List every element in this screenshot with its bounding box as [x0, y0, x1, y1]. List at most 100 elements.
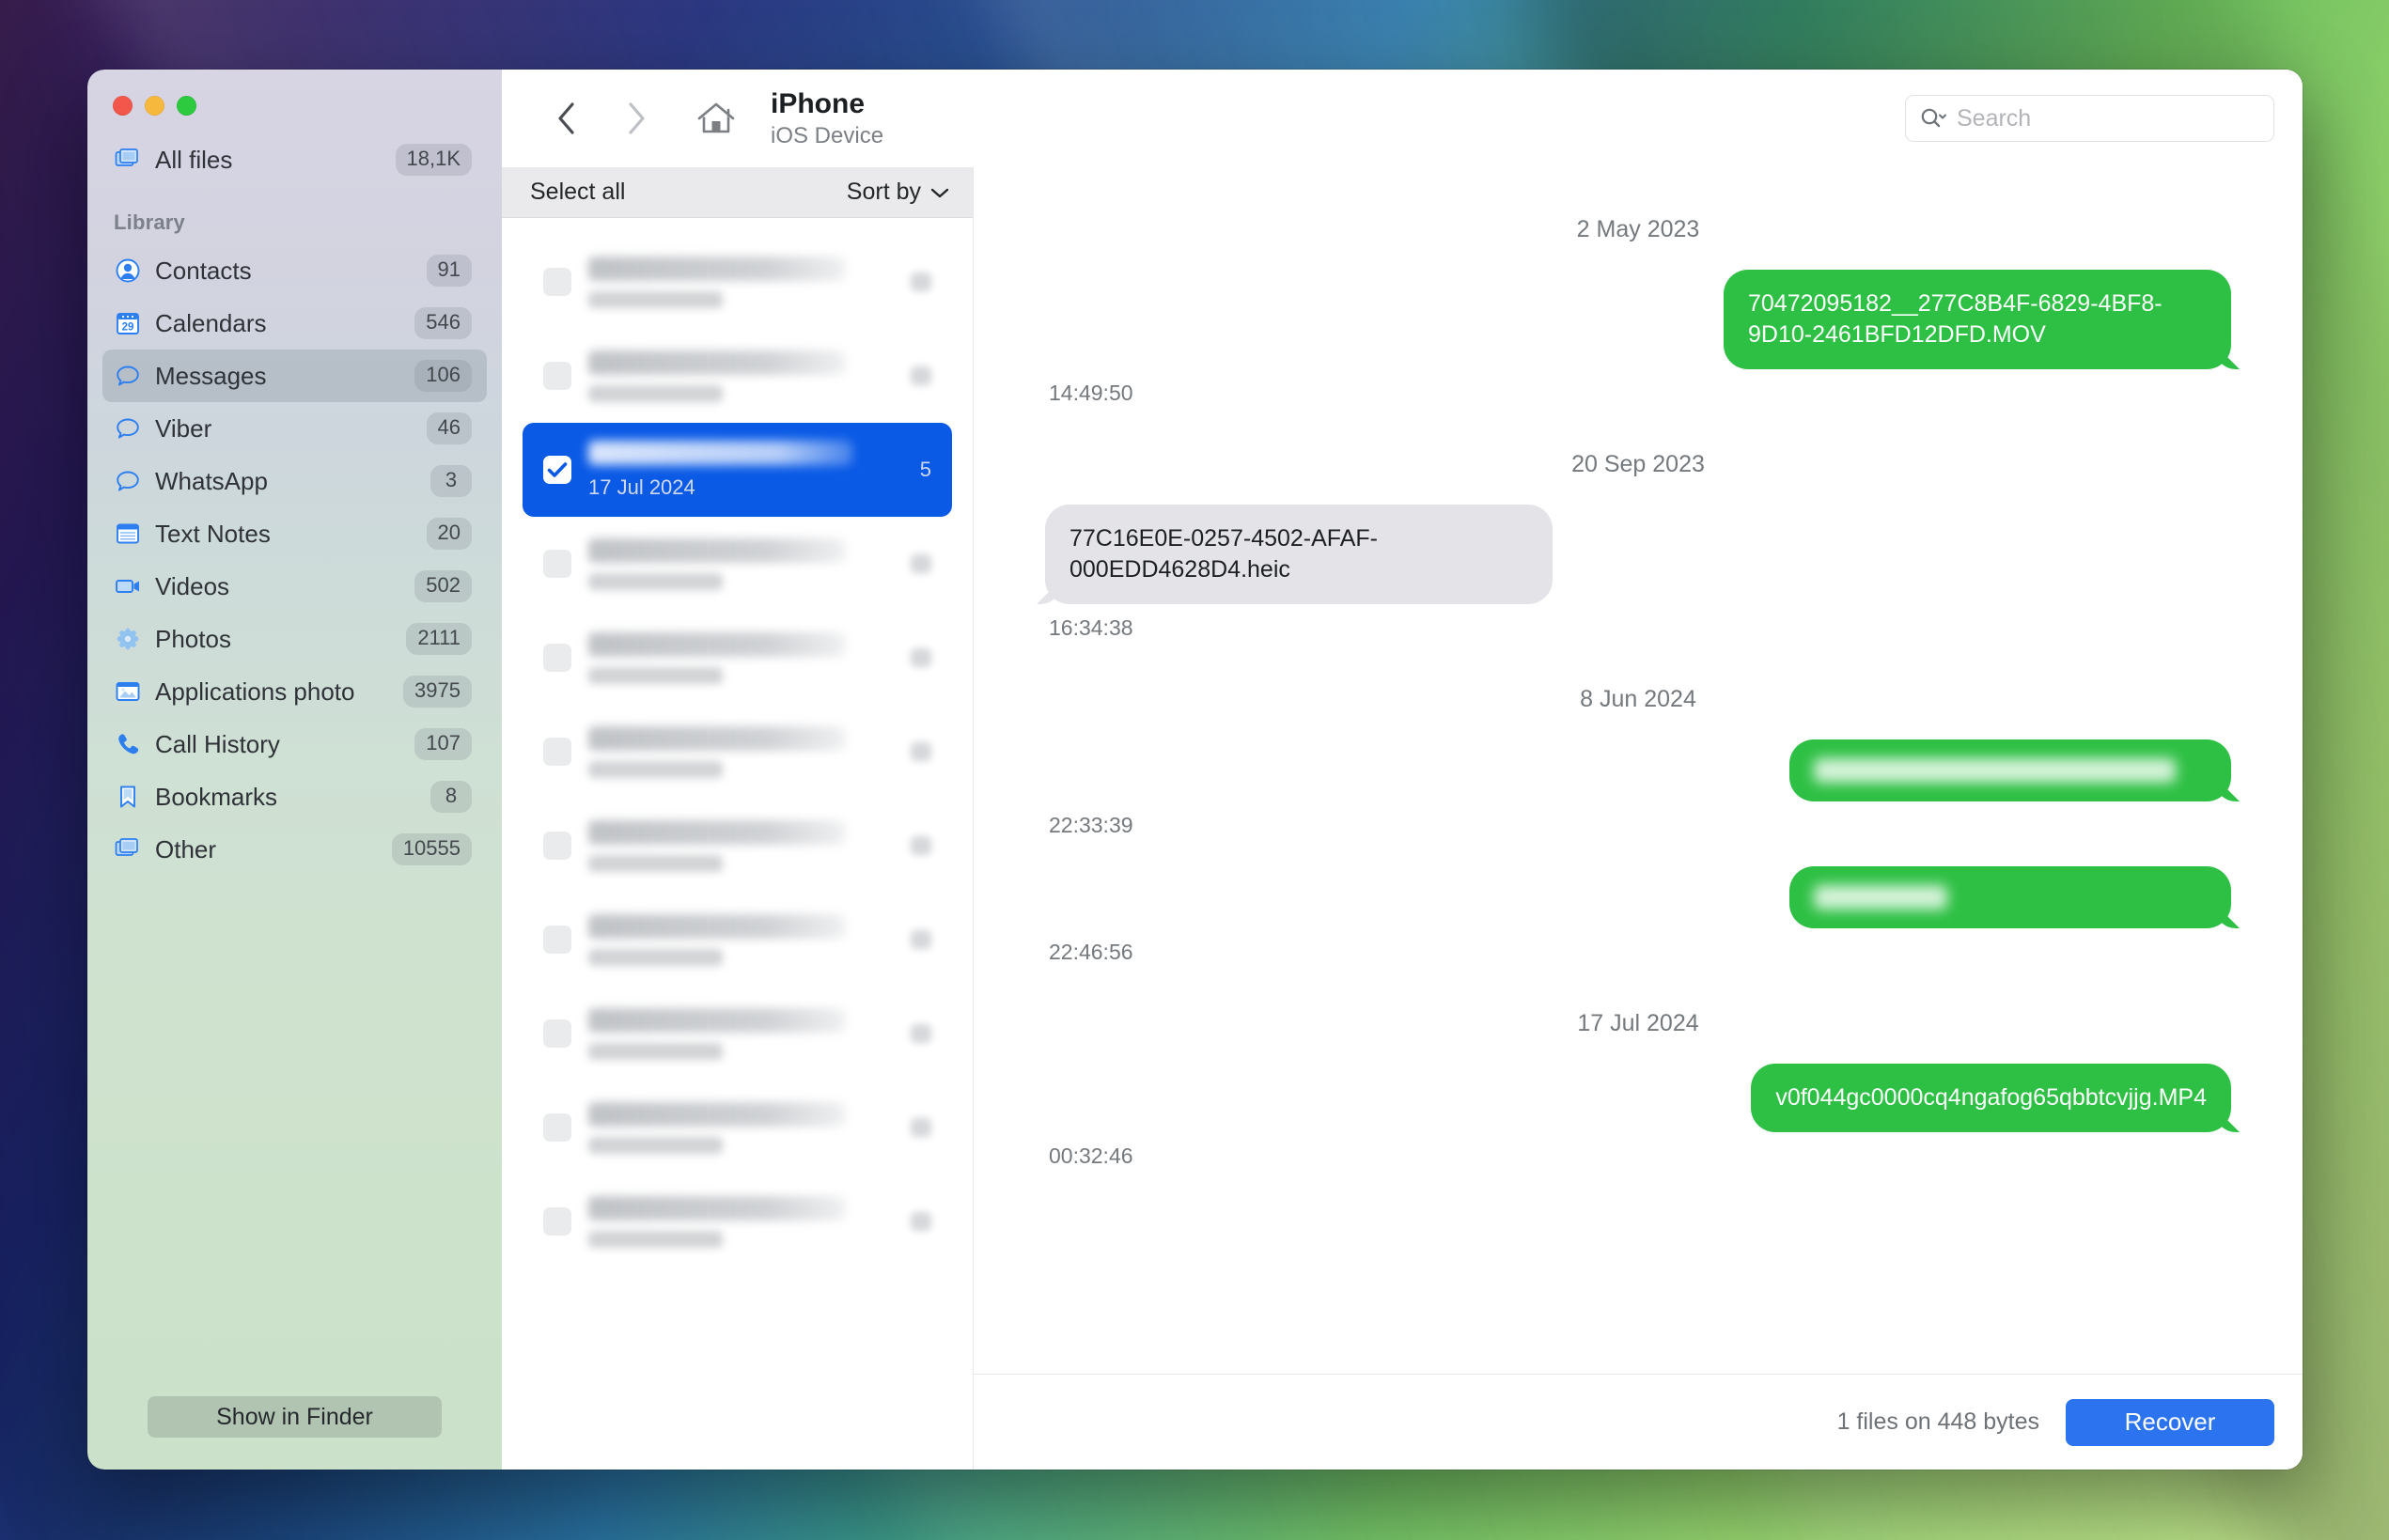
list-item[interactable] [523, 799, 952, 893]
contact-name-redacted [588, 913, 845, 939]
message-count-redacted [911, 930, 931, 949]
list-item-content [588, 1195, 894, 1248]
chevron-right-icon [629, 102, 645, 134]
app-window: All files 18,1K Library Contacts 91 29 C… [87, 70, 2303, 1470]
list-scrollbar[interactable] [962, 246, 969, 490]
message-thread[interactable]: 2 May 2023 70472095182__277C8B4F-6829-4B… [974, 167, 2303, 1374]
message-bubble-outgoing-redacted[interactable] [1789, 739, 2231, 801]
show-in-finder-button[interactable]: Show in Finder [148, 1396, 442, 1438]
bookmark-icon [114, 783, 142, 811]
sidebar-item-count: 18,1K [395, 144, 472, 176]
sidebar-item-viber[interactable]: Viber 46 [102, 402, 487, 455]
row-checkbox[interactable] [543, 832, 571, 860]
list-item[interactable] [523, 235, 952, 329]
list-item[interactable] [523, 1081, 952, 1174]
home-button[interactable] [690, 92, 742, 145]
search-icon[interactable] [1919, 106, 1947, 131]
sidebar-item-calendars[interactable]: 29 Calendars 546 [102, 297, 487, 350]
recover-button[interactable]: Recover [2066, 1398, 2274, 1446]
sidebar-item-bookmarks[interactable]: Bookmarks 8 [102, 770, 487, 823]
search-input[interactable] [1957, 104, 2262, 132]
sidebar-item-count: 20 [426, 518, 472, 550]
row-checkbox[interactable] [543, 926, 571, 954]
list-item-selected[interactable]: 17 Jul 2024 5 [523, 423, 952, 517]
message-count-redacted [911, 648, 931, 667]
contact-name-redacted [588, 350, 845, 375]
row-checkbox[interactable] [543, 1113, 571, 1142]
conversation-date-redacted [588, 1042, 723, 1060]
sidebar-item-applications-photo[interactable]: Applications photo 3975 [102, 665, 487, 718]
message-bubble-outgoing[interactable]: v0f044gc0000cq4ngafog65qbbtcvjjg.MP4 [1751, 1064, 2231, 1132]
sidebar-item-label: WhatsApp [155, 466, 268, 495]
list-item[interactable] [523, 893, 952, 987]
list-item[interactable] [523, 705, 952, 799]
message-count-redacted [911, 1212, 931, 1231]
sidebar-item-photos[interactable]: Photos 2111 [102, 613, 487, 665]
sidebar-item-videos[interactable]: Videos 502 [102, 560, 487, 613]
close-button[interactable] [113, 96, 133, 116]
conversation-date-redacted [588, 572, 723, 590]
row-checkbox[interactable] [543, 362, 571, 390]
toolbar: iPhone iOS Device [502, 70, 2303, 167]
sidebar-item-label: All files [155, 145, 233, 174]
checkmark-icon [547, 462, 568, 477]
back-button[interactable] [539, 92, 592, 145]
sidebar-item-label: Photos [155, 624, 231, 653]
row-checkbox[interactable] [543, 1019, 571, 1048]
forward-button[interactable] [611, 92, 664, 145]
list-item-content [588, 913, 894, 966]
list-item-content [588, 350, 894, 402]
sidebar-item-text-notes[interactable]: Text Notes 20 [102, 507, 487, 560]
row-checkbox[interactable] [543, 1207, 571, 1236]
message-timestamp: 22:46:56 [1049, 940, 1133, 964]
sidebar-item-call-history[interactable]: Call History 107 [102, 718, 487, 770]
message-bubble-outgoing-redacted[interactable] [1789, 866, 2231, 928]
sidebar-item-whatsapp[interactable]: WhatsApp 3 [102, 455, 487, 507]
sidebar-item-count: 107 [414, 728, 472, 760]
sidebar-item-count: 91 [426, 255, 472, 287]
message-bubble-outgoing[interactable]: 70472095182__277C8B4F-6829-4BF8-9D10-246… [1724, 270, 2231, 369]
list-item-content [588, 725, 894, 778]
list-item[interactable] [523, 517, 952, 611]
maximize-button[interactable] [177, 96, 196, 116]
contact-name-redacted [588, 725, 845, 751]
minimize-button[interactable] [145, 96, 164, 116]
sidebar-item-all-files[interactable]: All files 18,1K [102, 133, 487, 186]
sort-by-button[interactable]: Sort by [847, 179, 950, 206]
sidebar-item-label: Text Notes [155, 519, 271, 548]
list-item[interactable] [523, 329, 952, 423]
conversation-date-redacted [588, 384, 723, 402]
sidebar-item-contacts[interactable]: Contacts 91 [102, 244, 487, 297]
sidebar-item-other[interactable]: Other 10555 [102, 823, 487, 876]
search-field[interactable] [1905, 95, 2274, 142]
contact-name-redacted [588, 631, 845, 657]
contact-name-redacted [588, 256, 845, 281]
message-row: 77C16E0E-0257-4502-AFAF-000EDD4628D4.hei… [1045, 505, 2231, 661]
select-all-button[interactable]: Select all [530, 179, 625, 206]
sidebar-item-label: Viber [155, 413, 212, 443]
list-item[interactable] [523, 987, 952, 1081]
chat-bubble-icon [114, 467, 142, 495]
row-checkbox[interactable] [543, 738, 571, 766]
desktop-wallpaper: All files 18,1K Library Contacts 91 29 C… [0, 0, 2389, 1540]
row-checkbox-checked[interactable] [543, 456, 571, 484]
home-icon [697, 102, 735, 133]
sidebar-item-count: 2111 [406, 623, 472, 655]
svg-text:29: 29 [122, 322, 134, 334]
list-item[interactable] [523, 1174, 952, 1268]
message-timestamp: 22:33:39 [1049, 813, 1133, 837]
sidebar-item-messages[interactable]: Messages 106 [102, 350, 487, 402]
row-checkbox[interactable] [543, 268, 571, 296]
sidebar-item-count: 3 [430, 465, 472, 497]
body-split: Select all Sort by 17 Jul 2024 5 2 May 2… [502, 167, 2303, 1470]
message-row: 22:46:56 [1045, 866, 2231, 986]
row-checkbox[interactable] [543, 644, 571, 672]
message-bubble-incoming[interactable]: 77C16E0E-0257-4502-AFAF-000EDD4628D4.hei… [1045, 505, 1553, 604]
message-row: v0f044gc0000cq4ngafog65qbbtcvjjg.MP4 00:… [1045, 1064, 2231, 1190]
contact-name-redacted [588, 440, 853, 465]
list-item-content [588, 537, 894, 590]
list-item[interactable] [523, 611, 952, 705]
conversation-list-scroll[interactable]: 17 Jul 2024 5 [502, 218, 973, 1470]
row-checkbox[interactable] [543, 550, 571, 578]
sidebar-item-count: 502 [414, 570, 472, 602]
